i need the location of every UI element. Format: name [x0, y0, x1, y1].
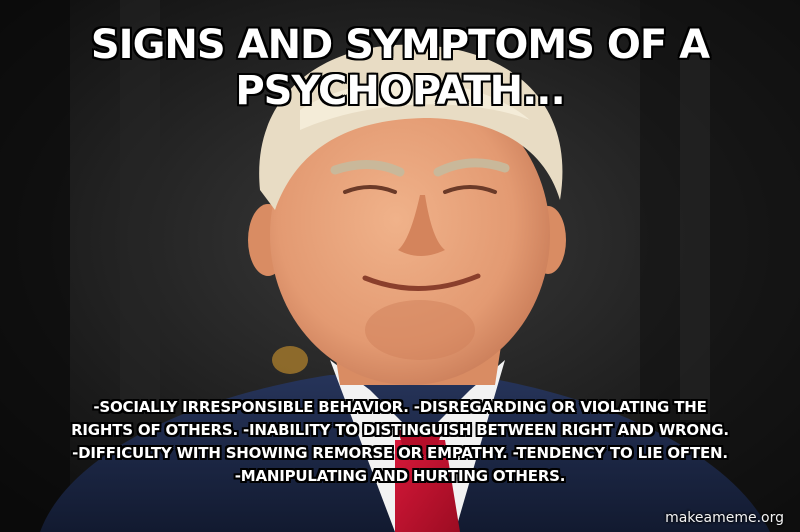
bottom-caption: -SOCIALLY IRRESPONSIBLE BEHAVIOR. -DISRE… — [70, 397, 730, 486]
watermark-text: makeameme.org — [665, 510, 784, 526]
meme-image: SIGNS AND SYMPTOMS OF A PSYCHOPATH... -S… — [0, 0, 800, 532]
top-caption: SIGNS AND SYMPTOMS OF A PSYCHOPATH... — [90, 21, 711, 115]
